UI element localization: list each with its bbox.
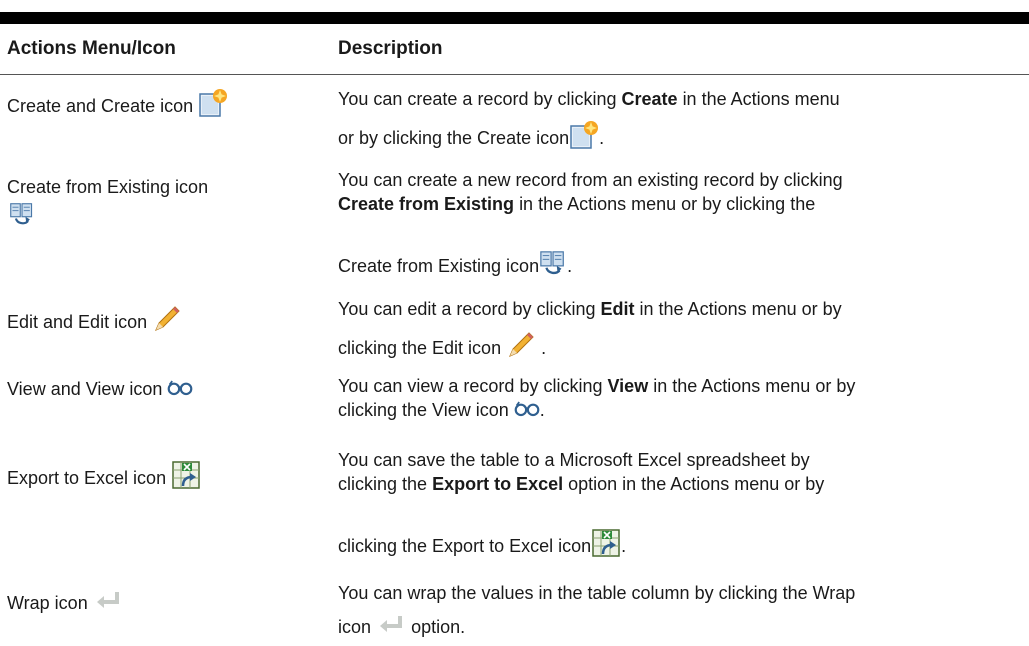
row-export-description: You can save the table to a Microsoft Ex… [338,450,825,494]
column-header-description: Description [338,38,443,59]
row-export-label: Export to Excel icon [7,460,201,499]
create-action-name: Create [621,89,678,109]
row-wrap-description-line2: icon option. [338,612,465,644]
row-create-description-line2: or by clicking the Create icon. [338,120,604,159]
column-header-actions: Actions Menu/Icon [7,38,176,59]
edit-icon [152,304,182,343]
row-view-description: You can view a record by clicking View i… [338,374,855,424]
row-export-description-line3: clicking the Export to Excel icon. [338,528,626,567]
edit-action-name: Edit [600,299,635,319]
row-edit-label: Edit and Edit icon [7,304,182,343]
row-create-label: Create and Create icon [7,88,228,127]
wrap-icon [376,613,406,644]
create-from-existing-icon [539,250,567,287]
row-edit-description: You can edit a record by clicking Edit i… [338,299,842,319]
row-edit-description-line2: clicking the Edit icon . [338,330,546,369]
create-icon [569,120,599,159]
view-action-name: View [607,376,649,396]
wrap-icon [93,589,123,620]
row-label: Create and Create icon [7,96,194,116]
row-create-from-existing-description-line3: Create from Existing icon. [338,250,572,287]
row-view-label: View and View icon [7,374,193,406]
create-from-existing-action-name: Create from Existing [338,194,515,214]
view-icon [514,400,540,424]
top-rule [0,12,1029,24]
row-create-from-existing-label: Create from Existing icon [7,177,209,197]
edit-icon [506,330,536,369]
export-to-excel-icon [171,460,201,499]
row-wrap-label: Wrap icon [7,588,123,620]
export-to-excel-action-name: Export to Excel [432,474,564,494]
row-wrap-description: You can wrap the values in the table col… [338,583,856,603]
row-create-description: You can create a record by clicking Crea… [338,89,840,109]
create-from-existing-icon [9,202,35,237]
header-divider [0,74,1029,75]
view-icon [167,376,193,406]
create-icon [198,88,228,127]
export-to-excel-icon [591,528,621,567]
row-create-from-existing-description: You can create a new record from an exis… [338,170,843,214]
